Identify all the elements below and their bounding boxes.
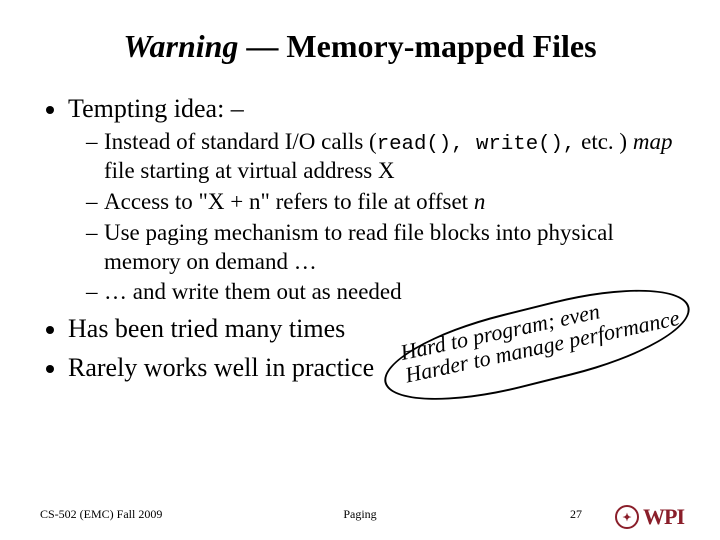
sub-instead: Instead of standard I/O calls (read(), w… (86, 128, 680, 187)
wpi-text: WPI (643, 504, 684, 530)
title-warning: Warning (123, 28, 238, 64)
footer-topic: Paging (0, 507, 720, 522)
sub-list: Instead of standard I/O calls (read(), w… (68, 128, 680, 308)
bullet-tempting-text: Tempting idea: – (68, 94, 244, 123)
sub-access-a: Access to "X + n" refers to file at offs… (104, 189, 474, 214)
slide: Warning — Memory-mapped Files Tempting i… (0, 0, 720, 540)
wpi-logo: ✦ WPI (615, 504, 684, 530)
sub-access-n: n (474, 189, 486, 214)
sub-instead-map: map (633, 129, 673, 154)
sub-paging: Use paging mechanism to read file blocks… (86, 219, 680, 277)
sub-instead-a: Instead of standard I/O calls ( (104, 129, 377, 154)
slide-title: Warning — Memory-mapped Files (40, 28, 680, 65)
sub-access: Access to "X + n" refers to file at offs… (86, 188, 680, 217)
sub-instead-code: read(), write(), (377, 133, 576, 156)
sub-instead-c: file starting at virtual address X (104, 158, 395, 183)
sub-instead-b: etc. ) (575, 129, 632, 154)
title-rest: Memory-mapped Files (286, 28, 596, 64)
footer-page-number: 27 (570, 507, 582, 522)
bullet-tempting: Tempting idea: – Instead of standard I/O… (68, 93, 680, 307)
wpi-seal-icon: ✦ (615, 505, 639, 529)
title-dash: — (238, 28, 286, 64)
bullet-rarely: Rarely works well in practice (68, 352, 680, 385)
